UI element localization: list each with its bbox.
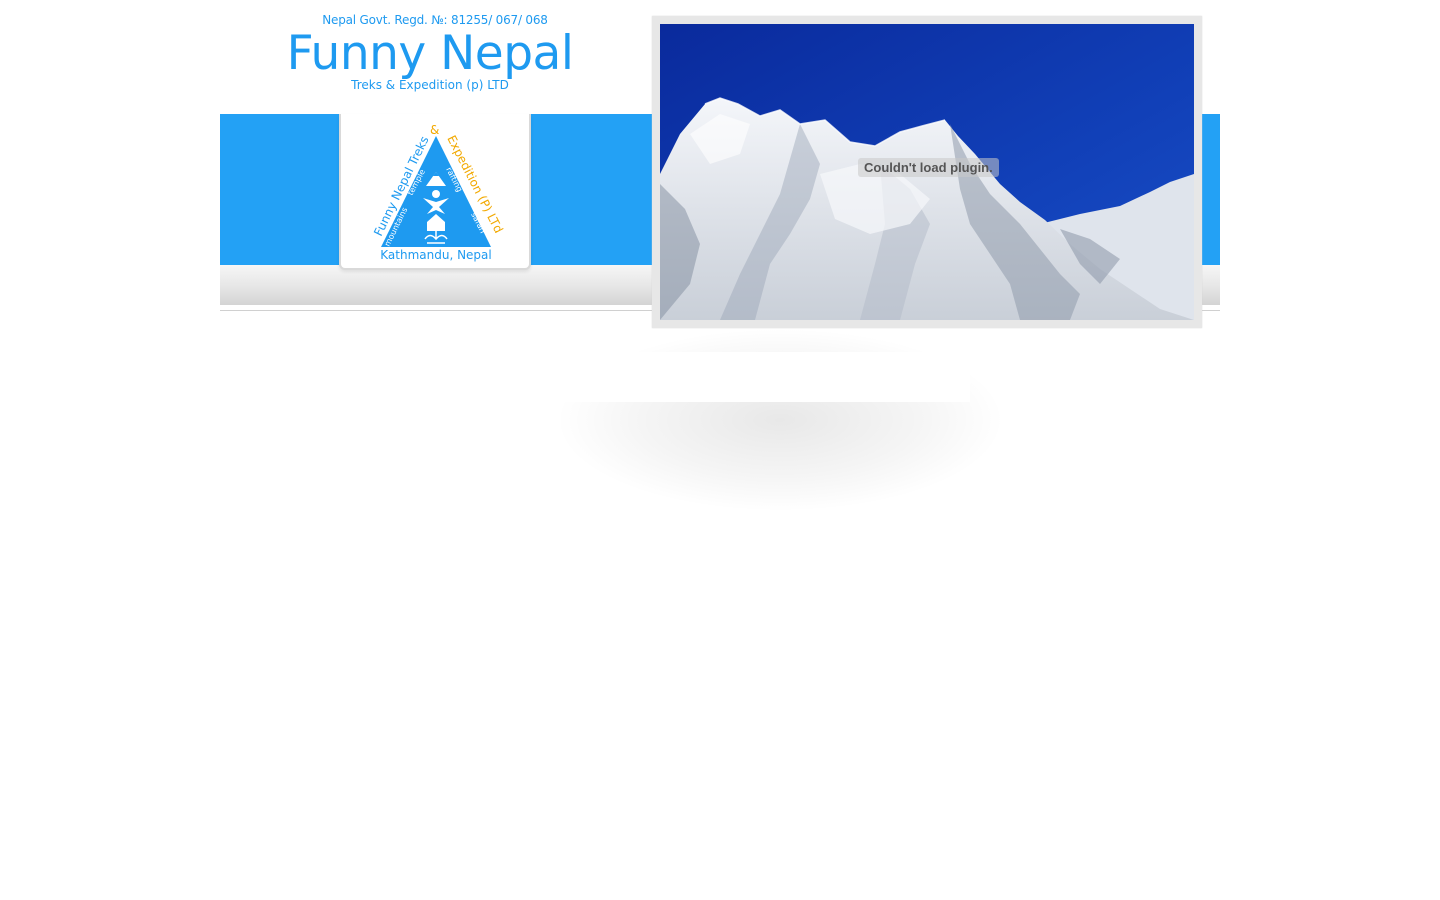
slideshow-plugin[interactable]: Couldn't load plugin. [660,24,1194,320]
brand-tagline: Treks & Expedition (p) LTD [351,78,509,92]
slideshow-base [560,352,970,402]
plugin-error-message: Couldn't load plugin. [858,158,999,177]
logo-ampersand: & [430,123,439,137]
page: Nepal Govt. Regd. №: 81255/ 067/ 068 Fun… [0,0,1440,900]
brand-title[interactable]: Funny Nepal [280,24,580,84]
company-logo: mountains temple rafting safari Funny Ne… [371,123,506,262]
slideshow-frame: Couldn't load plugin. [652,16,1202,328]
logo-card[interactable]: mountains temple rafting safari Funny Ne… [339,114,531,270]
logo-location: Kathmandu, Nepal [380,248,492,262]
